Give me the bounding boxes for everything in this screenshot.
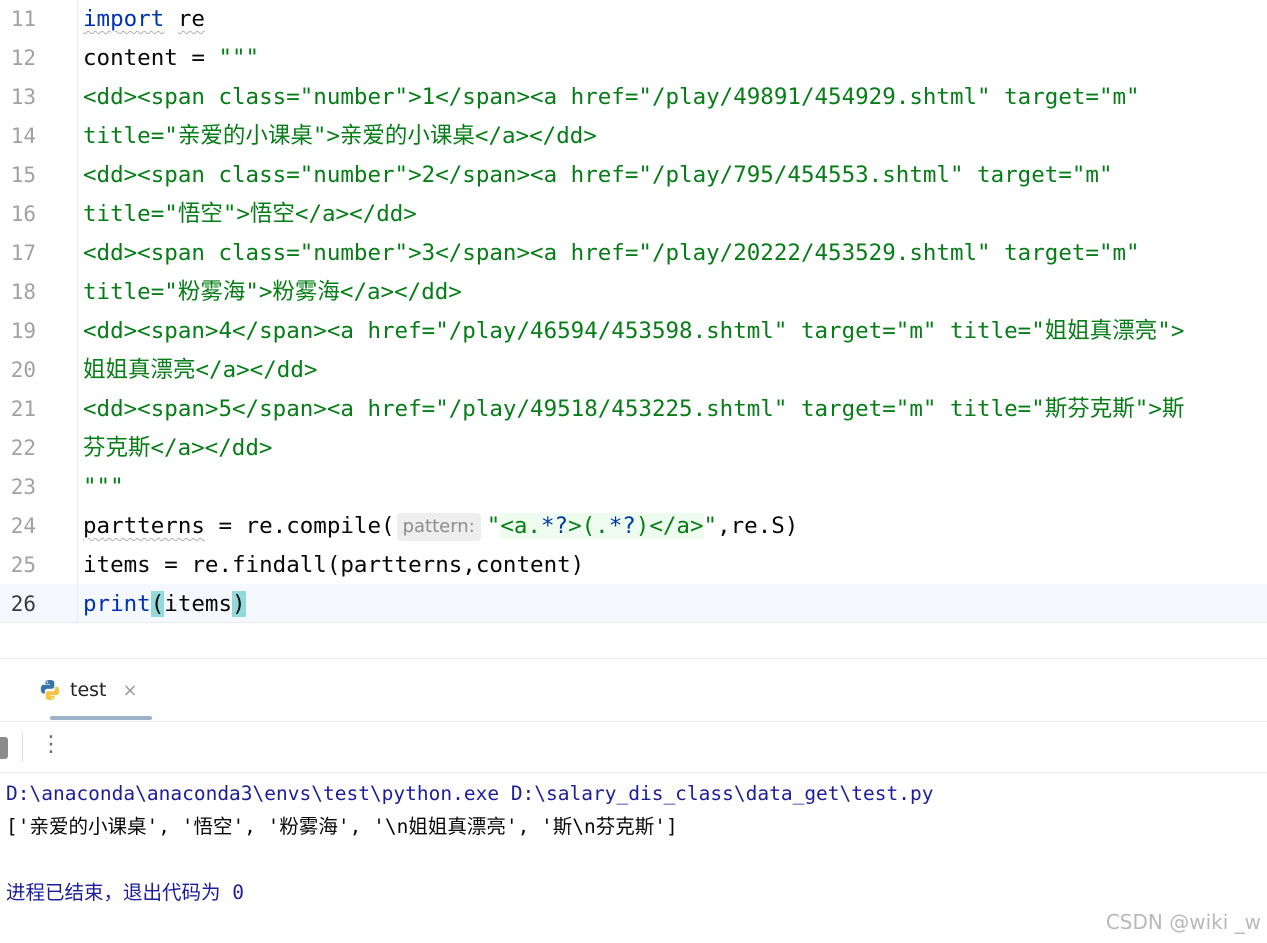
code-text: <dd><span class="number">1</span><a href…	[83, 78, 1140, 117]
code-line[interactable]: 14 title="亲爱的小课桌">亲爱的小课桌</a></dd>	[0, 117, 1267, 156]
code-token: "	[486, 513, 501, 539]
line-number: 24	[10, 514, 36, 538]
code-token: *?	[540, 513, 569, 539]
console-result-line: ['亲爱的小课桌', '悟空', '粉雾海', '\n姐姐真漂亮', '斯\n芬…	[6, 815, 678, 838]
console-exit-line: 进程已结束，退出代码为 0	[6, 881, 244, 904]
code-token: print	[83, 591, 151, 617]
code-line[interactable]: 12 content = """	[0, 39, 1267, 78]
code-token: >(.	[568, 513, 609, 539]
code-token: title="亲爱的小课桌">亲爱的小课桌</a></dd>	[83, 123, 597, 149]
code-token: <dd><span class="number">3</span><a href…	[83, 240, 1140, 266]
code-text: title="粉雾海">粉雾海</a></dd>	[83, 273, 462, 312]
code-token: items = re.findall(partterns,content)	[83, 552, 585, 578]
line-number: 12	[10, 46, 36, 70]
code-text: 芬克斯</a></dd>	[83, 429, 272, 468]
code-text: partterns = re.compile(pattern: "<a.*?>(.…	[83, 507, 798, 546]
line-number: 16	[10, 202, 36, 226]
code-text: items = re.findall(partterns,content)	[83, 546, 584, 585]
code-text: import re	[83, 0, 205, 39]
code-token: <dd><span>5</span><a href="/play/49518/4…	[83, 396, 1185, 422]
code-token: items	[164, 591, 233, 617]
run-tab-test[interactable]: test ×	[38, 675, 138, 705]
code-text: <dd><span>5</span><a href="/play/49518/4…	[83, 390, 1184, 429]
stop-icon[interactable]	[0, 737, 8, 759]
run-tab-label: test	[70, 679, 107, 701]
code-line[interactable]: 19 <dd><span>4</span><a href="/play/46594…	[0, 312, 1267, 351]
code-text: content = """	[83, 39, 259, 78]
code-line[interactable]: 18 title="粉雾海">粉雾海</a></dd>	[0, 273, 1267, 312]
code-token: 芬克斯</a></dd>	[83, 435, 273, 461]
active-tab-indicator	[50, 716, 152, 720]
code-token: """	[218, 45, 260, 71]
line-number: 13	[10, 85, 36, 109]
code-line[interactable]: 25 items = re.findall(partterns,content)	[0, 546, 1267, 585]
line-number: 22	[10, 436, 36, 460]
code-token: import	[83, 6, 165, 32]
code-token: """	[83, 474, 124, 500]
parameter-hint: pattern:	[396, 513, 481, 541]
code-line[interactable]: 13 <dd><span class="number">1</span><a hr…	[0, 78, 1267, 117]
code-line[interactable]: 24 partterns = re.compile(pattern: "<a.*?>…	[0, 507, 1267, 546]
code-token: *?	[608, 513, 636, 539]
code-line[interactable]: 15 <dd><span class="number">2</span><a hr…	[0, 156, 1267, 195]
code-line[interactable]: 22 芬克斯</a></dd>	[0, 429, 1267, 468]
close-icon[interactable]: ×	[123, 680, 138, 701]
code-text: <dd><span class="number">3</span><a href…	[83, 234, 1140, 273]
code-text: """	[83, 468, 124, 507]
more-options-icon[interactable]: ⋮	[40, 730, 62, 760]
code-line[interactable]: 23 """	[0, 468, 1267, 507]
code-text: title="悟空">悟空</a></dd>	[83, 195, 417, 234]
editor-panel-divider[interactable]	[0, 622, 1267, 623]
code-text: print(items)	[83, 585, 246, 624]
watermark: CSDN @wiki _w	[1105, 910, 1261, 934]
code-token: re	[177, 6, 205, 32]
line-number: 11	[10, 7, 36, 31]
run-toolbar: ⋮	[0, 722, 1267, 773]
line-number: 14	[10, 124, 36, 148]
code-line[interactable]: 21 <dd><span>5</span><a href="/play/49518…	[0, 390, 1267, 429]
console-output[interactable]: D:\anaconda\anaconda3\envs\test\python.e…	[6, 779, 1261, 904]
code-editor[interactable]: 11 import re 12 content = """ 13 <dd><span cl…	[0, 0, 1267, 624]
code-text: <dd><span class="number">2</span><a href…	[83, 156, 1113, 195]
line-number: 26	[10, 592, 36, 616]
code-text: title="亲爱的小课桌">亲爱的小课桌</a></dd>	[83, 117, 597, 156]
code-text: <dd><span>4</span><a href="/play/46594/4…	[83, 312, 1184, 351]
code-token: <dd><span class="number">2</span><a href…	[83, 162, 1113, 188]
code-line[interactable]: 26 print(items)	[0, 585, 1267, 624]
line-number: 15	[10, 163, 36, 187]
code-line[interactable]: 11 import re	[0, 0, 1267, 39]
line-number: 25	[10, 553, 36, 577]
code-token: = re.compile(	[204, 513, 395, 539]
code-token: <dd><span class="number">1</span><a href…	[83, 84, 1140, 110]
toolbar-separator	[22, 732, 23, 762]
code-token: <dd><span>4</span><a href="/play/46594/4…	[83, 318, 1185, 344]
code-line[interactable]: 20 姐姐真漂亮</a></dd>	[0, 351, 1267, 390]
code-token: )</a>	[635, 513, 704, 539]
code-token: (	[150, 591, 165, 617]
line-number: 23	[10, 475, 36, 499]
line-number: 17	[10, 241, 36, 265]
line-number: 21	[10, 397, 36, 421]
code-token: ,re.S)	[717, 513, 799, 539]
code-token: partterns	[83, 513, 205, 539]
code-token: )	[232, 591, 246, 617]
code-token: 姐姐真漂亮</a></dd>	[83, 357, 318, 383]
code-token: title="粉雾海">粉雾海</a></dd>	[83, 279, 462, 305]
line-number: 19	[10, 319, 36, 343]
code-token: "	[703, 513, 718, 539]
code-token: title="悟空">悟空</a></dd>	[83, 201, 417, 227]
code-token: content =	[83, 45, 219, 71]
python-icon	[40, 680, 60, 700]
code-text: 姐姐真漂亮</a></dd>	[83, 351, 317, 390]
console-command-line: D:\anaconda\anaconda3\envs\test\python.e…	[6, 782, 934, 805]
code-line[interactable]: 17 <dd><span class="number">3</span><a hr…	[0, 234, 1267, 273]
code-token: <a.	[500, 513, 541, 539]
line-number: 20	[10, 358, 36, 382]
run-tool-window: test × ⋮ D:\anaconda\anaconda3\envs\test…	[0, 658, 1267, 943]
code-line[interactable]: 16 title="悟空">悟空</a></dd>	[0, 195, 1267, 234]
line-number: 18	[10, 280, 36, 304]
